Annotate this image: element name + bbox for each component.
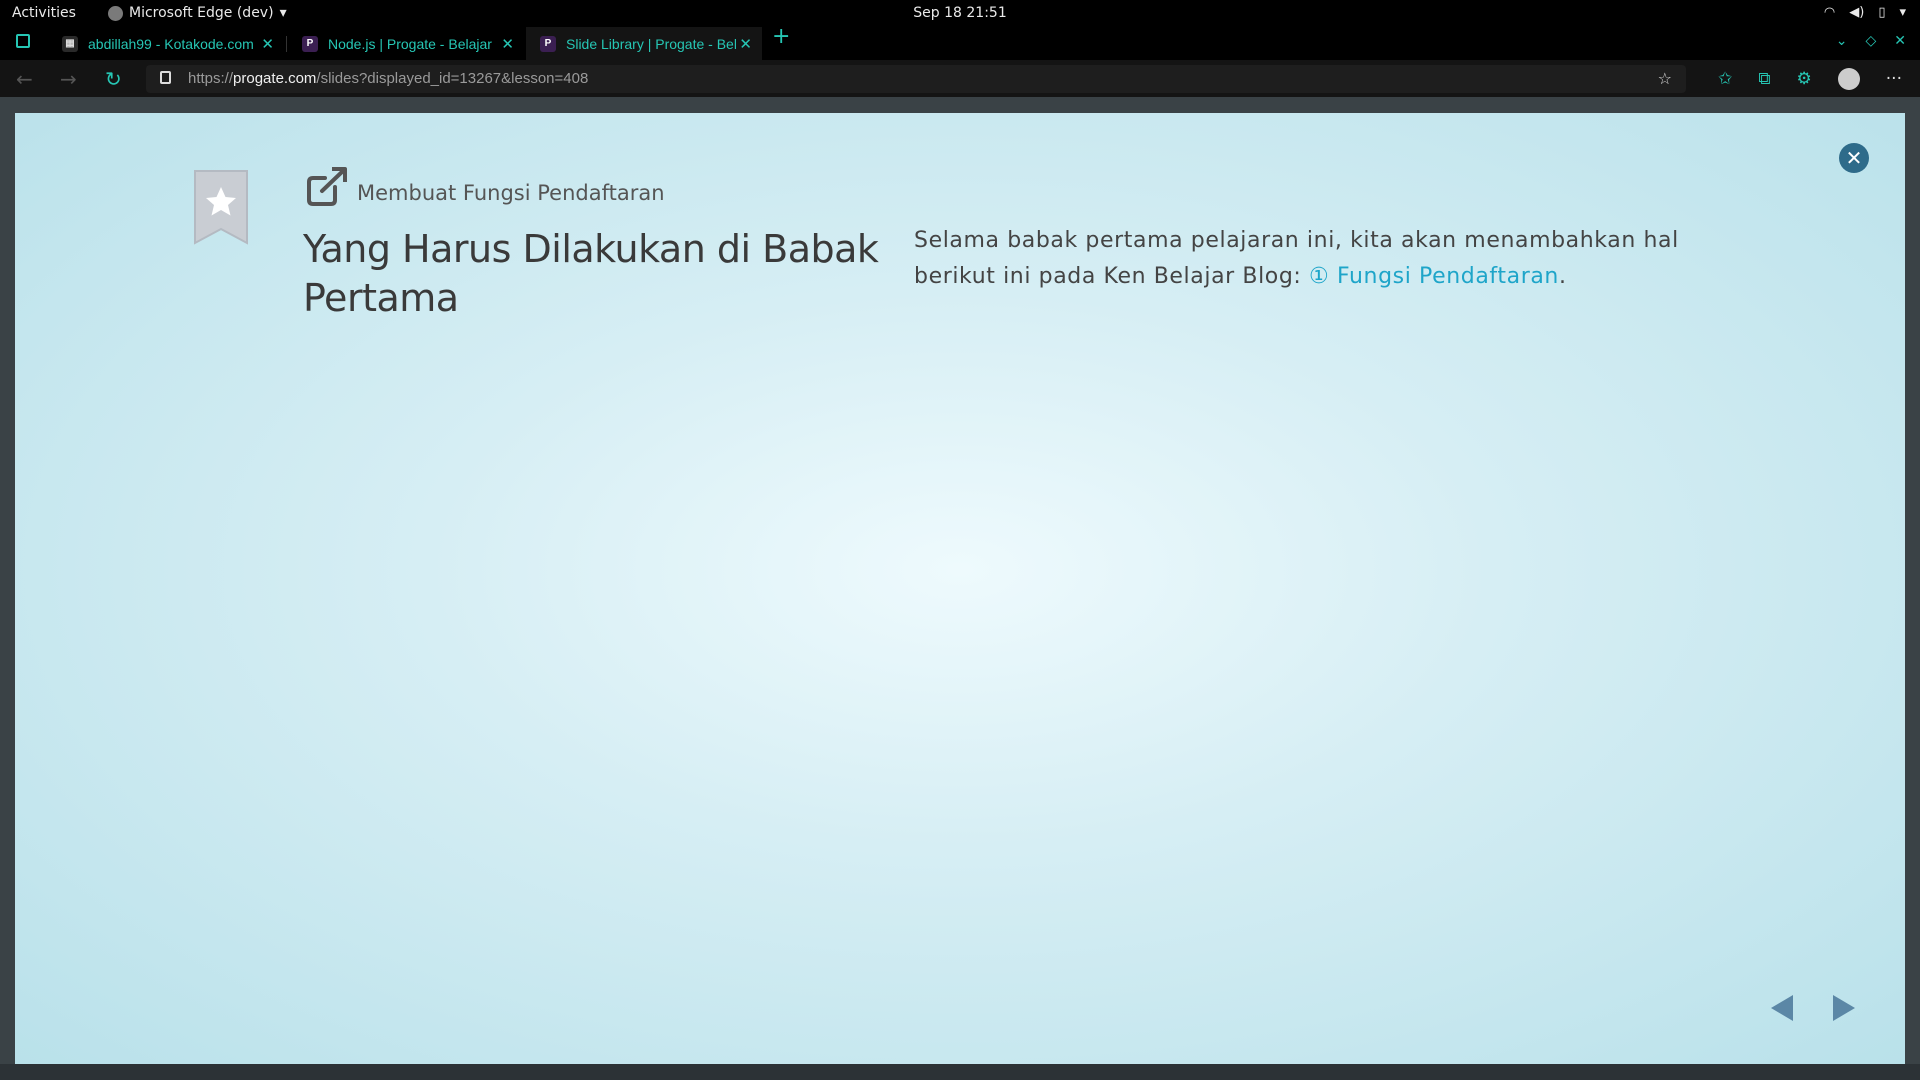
collections-icon[interactable]: ⧉ — [1758, 69, 1770, 89]
slide-description: Selama babak pertama pelajaran ini, kita… — [914, 223, 1714, 295]
progate-favicon-icon: P — [540, 35, 556, 52]
slide-modal: Membuat Fungsi Pendaftaran Yang Harus Di… — [15, 113, 1905, 1064]
app-menu[interactable]: Microsoft Edge (dev) ▾ — [108, 5, 287, 21]
tab-list-chevron-icon[interactable]: ⌄ — [1836, 33, 1848, 49]
forward-arrow-icon[interactable]: → — [60, 67, 77, 91]
chevron-down-icon: ▾ — [279, 5, 287, 21]
clock[interactable]: Sep 18 21:51 — [913, 5, 1006, 21]
system-tray[interactable]: ◠ ◀) ▯ ▾ — [1824, 5, 1906, 20]
tab-divider — [286, 36, 287, 52]
battery-icon: ▯ — [1878, 5, 1886, 20]
close-icon[interactable]: ✕ — [261, 35, 274, 53]
slide-title: Yang Harus Dilakukan di Babak Pertama — [303, 227, 879, 320]
address-bar[interactable]: https://progate.com/slides?displayed_id=… — [146, 65, 1686, 93]
tab-nodejs-progate[interactable]: P Node.js | Progate - Belajar ✕ — [288, 27, 524, 60]
navigation-bar: ← → ↻ https://progate.com/slides?display… — [0, 60, 1920, 97]
url-host: progate.com — [233, 70, 317, 87]
reload-icon[interactable]: ↻ — [105, 67, 122, 91]
chapter-title: Membuat Fungsi Pendaftaran — [357, 181, 665, 205]
tab-strip: ▦ abdillah99 - Kotakode.com ✕ P Node.js … — [0, 24, 1920, 60]
more-options-icon[interactable]: ··· — [1886, 69, 1902, 89]
next-slide-arrow-icon[interactable] — [1833, 995, 1855, 1021]
lock-icon[interactable] — [160, 71, 171, 84]
volume-icon: ◀) — [1849, 5, 1865, 20]
external-link-icon[interactable] — [305, 167, 349, 207]
tab-slide-library[interactable]: P Slide Library | Progate - Belajar ✕ — [526, 27, 762, 60]
tab-title: Node.js | Progate - Belajar — [328, 35, 492, 52]
edge-icon — [108, 5, 123, 21]
wifi-icon: ◠ — [1823, 5, 1836, 20]
tab-strip-controls: ⌄ ◇ ✕ — [1836, 33, 1906, 49]
tab-actions-icon[interactable] — [16, 34, 30, 48]
extensions-icon[interactable]: ⚙ — [1797, 69, 1812, 89]
profile-avatar-icon[interactable] — [1837, 67, 1860, 90]
description-end: . — [1558, 264, 1567, 289]
chevron-down-icon: ▾ — [1899, 5, 1906, 20]
tab-title: abdillah99 - Kotakode.com — [88, 35, 254, 52]
close-icon[interactable]: ✕ — [739, 35, 752, 53]
kotakode-favicon-icon: ▦ — [62, 35, 78, 52]
minimize-icon[interactable]: ◇ — [1865, 33, 1876, 49]
url-prefix: https:// — [188, 70, 234, 87]
tab-kotakode[interactable]: ▦ abdillah99 - Kotakode.com ✕ — [48, 27, 284, 60]
new-tab-icon[interactable]: + — [772, 24, 790, 49]
add-favorite-icon[interactable]: ☆ — [1658, 69, 1672, 88]
previous-slide-arrow-icon[interactable] — [1771, 995, 1793, 1021]
tab-title: Slide Library | Progate - Belajar — [566, 35, 736, 52]
chapter-heading: Membuat Fungsi Pendaftaran — [305, 167, 665, 207]
close-icon: ✕ — [1845, 146, 1863, 170]
url-path: /slides?displayed_id=13267&lesson=408 — [316, 70, 589, 87]
progate-favicon-icon: P — [302, 35, 318, 52]
url-text[interactable]: https://progate.com/slides?displayed_id=… — [188, 70, 588, 87]
browser-toolbar: ✩ ⧉ ⚙ ··· — [1718, 60, 1920, 97]
bookmark-star-icon[interactable] — [193, 169, 249, 245]
close-modal-button[interactable]: ✕ — [1839, 143, 1869, 173]
back-arrow-icon[interactable]: ← — [16, 67, 33, 91]
fungsi-pendaftaran-link[interactable]: ① Fungsi Pendaftaran — [1309, 264, 1559, 289]
close-icon[interactable]: ✕ — [501, 35, 514, 53]
system-top-bar: Activities Microsoft Edge (dev) ▾ Sep 18… — [0, 0, 1920, 27]
close-window-icon[interactable]: ✕ — [1894, 33, 1906, 49]
page-footer-strip — [0, 1064, 1920, 1080]
app-name: Microsoft Edge (dev) — [129, 5, 274, 21]
activities-button[interactable]: Activities — [12, 5, 76, 21]
favorites-icon[interactable]: ✩ — [1718, 69, 1732, 89]
